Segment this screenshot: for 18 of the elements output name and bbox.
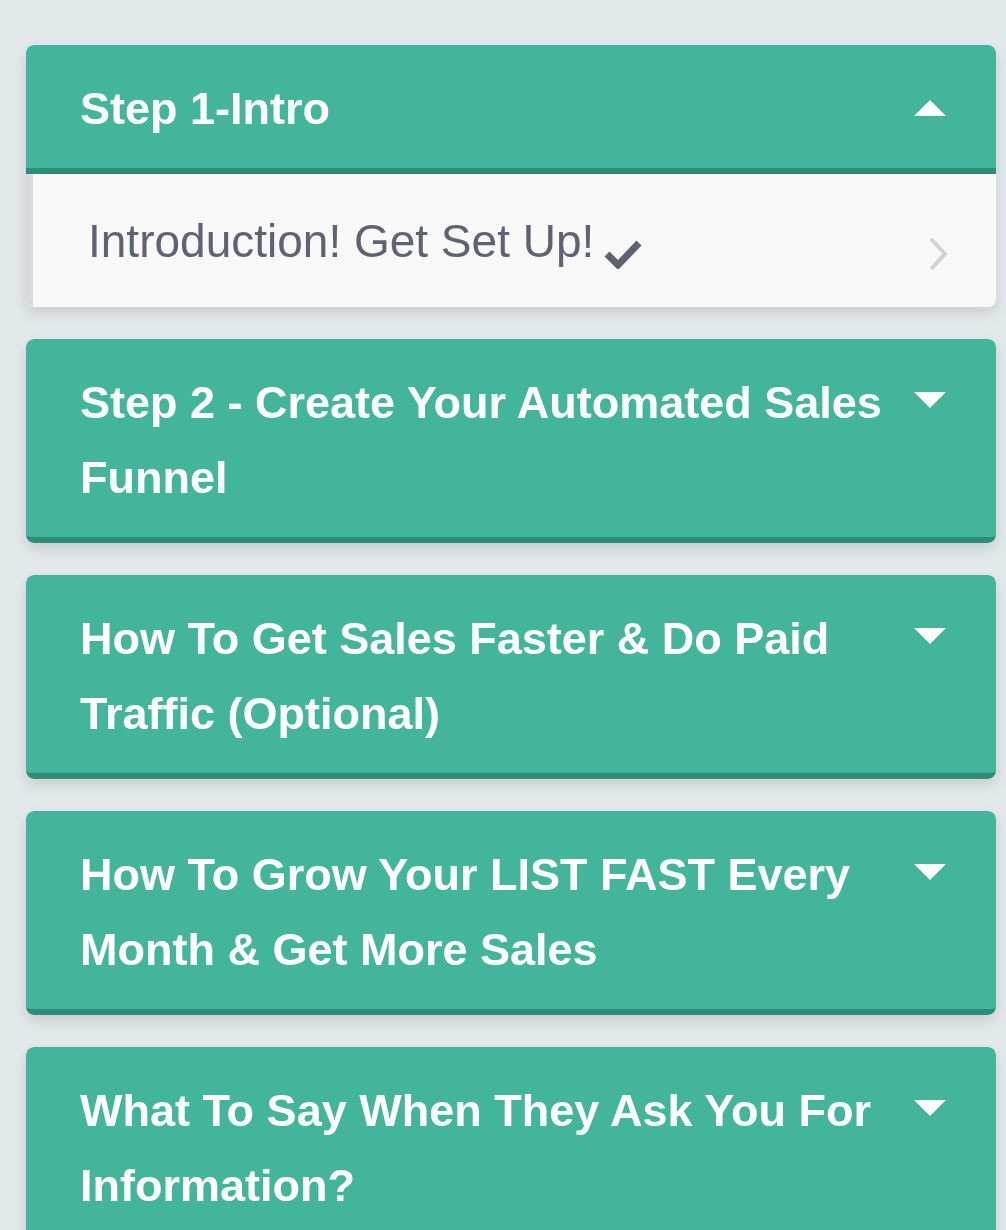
lesson-row[interactable]: Introduction! Get Set Up! (26, 174, 996, 307)
section-title: How To Get Sales Faster & Do Paid Traffic (Optional) (80, 612, 831, 741)
section-header[interactable]: How To Grow Your LIST FAST Every Month & Get More Sales (26, 811, 996, 1015)
caret-down-icon[interactable] (914, 1100, 946, 1118)
section-header[interactable]: Step 2 - Create Your Automated Sales Funnel (26, 339, 996, 543)
section-title: What To Say When They Ask You For Information? (80, 1084, 872, 1213)
section-title: Step 2 - Create Your Automated Sales Funnel (80, 376, 883, 505)
caret-down-icon[interactable] (914, 628, 946, 646)
caret-down-icon[interactable] (914, 864, 946, 882)
section-header[interactable]: How To Get Sales Faster & Do Paid Traffic (Optional) (26, 575, 996, 779)
section-title: Step 1-Intro (80, 82, 330, 136)
chevron-right-icon (928, 236, 948, 272)
section-header[interactable]: What To Say When They Ask You For Information? (26, 1047, 996, 1230)
section-header[interactable]: Step 1-Intro (26, 45, 996, 174)
lesson-title: Introduction! Get Set Up! (88, 213, 595, 268)
caret-down-icon[interactable] (914, 392, 946, 410)
caret-up-icon[interactable] (914, 98, 946, 116)
section-title: How To Grow Your LIST FAST Every Month & Get More Sales (80, 848, 852, 977)
